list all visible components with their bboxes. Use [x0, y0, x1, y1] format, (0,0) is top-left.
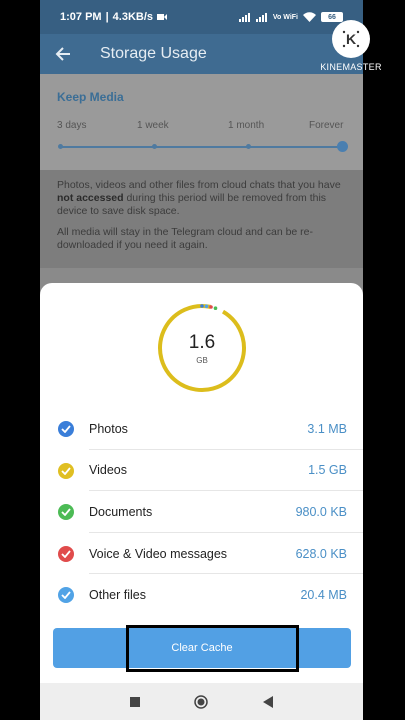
keep-media-title: Keep Media: [57, 90, 124, 104]
list-item-label: Videos: [89, 463, 127, 478]
list-item-value: 628.0 KB: [295, 546, 347, 561]
keep-media-slider[interactable]: [58, 141, 348, 152]
storage-list: Photos 3.1 MB Videos 1.5 GB Documents 98…: [40, 408, 363, 616]
option-1-month[interactable]: 1 month: [228, 120, 264, 131]
circle-icon: [194, 695, 208, 709]
phone-screen: 1:07 PM | 4.3KB/s Vo WiFi 66 Storage Usa…: [40, 0, 363, 720]
check-icon[interactable]: [58, 504, 74, 521]
slider-knob[interactable]: [337, 141, 348, 152]
system-nav-bar: [40, 683, 363, 720]
slider-dot: [246, 144, 251, 149]
kinemaster-watermark: K KINEMASTER: [318, 20, 384, 76]
highlight-annotation-box: [126, 625, 299, 672]
kinemaster-text: KINEMASTER: [320, 62, 382, 72]
square-icon: [130, 697, 140, 707]
signal-icon: [238, 12, 250, 22]
kinemaster-logo-icon: K: [332, 20, 370, 58]
check-icon[interactable]: [58, 587, 74, 604]
list-item-value: 980.0 KB: [295, 504, 347, 519]
list-item-value: 1.5 GB: [308, 463, 347, 478]
list-item-voice-video[interactable]: Voice & Video messages 628.0 KB: [40, 533, 363, 575]
option-3-days[interactable]: 3 days: [57, 120, 86, 131]
info-paragraph-2: All media will stay in the Telegram clou…: [57, 226, 314, 251]
wifi-icon: [303, 12, 316, 22]
list-item-photos[interactable]: Photos 3.1 MB: [40, 408, 363, 450]
back-arrow-icon: [55, 47, 70, 61]
list-item-other-files[interactable]: Other files 20.4 MB: [40, 574, 363, 616]
storage-ring: 1.6 GB: [156, 302, 248, 394]
option-forever[interactable]: Forever: [309, 120, 343, 131]
list-item-label: Voice & Video messages: [89, 546, 228, 561]
page-title: Storage Usage: [100, 45, 207, 62]
check-icon[interactable]: [58, 462, 74, 479]
check-icon[interactable]: [58, 421, 74, 437]
storage-total: 1.6 GB: [156, 302, 248, 394]
keep-media-section: Keep Media 3 days 1 week 1 month Forever: [40, 74, 363, 170]
storage-total-value: 1.6: [188, 331, 216, 353]
recents-button[interactable]: [125, 692, 145, 712]
triangle-back-icon: [263, 696, 273, 708]
svg-text:K: K: [346, 31, 356, 47]
list-item-documents[interactable]: Documents 980.0 KB: [40, 491, 363, 533]
info-section: Photos, videos and other files from clou…: [40, 170, 363, 268]
status-time: 1:07 PM: [60, 11, 102, 23]
signal-icon-2: [255, 12, 267, 22]
home-button[interactable]: [191, 692, 211, 712]
list-item-label: Documents: [89, 504, 153, 519]
keep-media-options: 3 days 1 week 1 month Forever: [40, 120, 363, 134]
back-button[interactable]: [40, 34, 86, 74]
status-speed: 4.3KB/s: [112, 11, 154, 23]
vowifi-label: Vo WiFi: [272, 13, 298, 21]
list-item-label: Photos: [89, 421, 128, 436]
list-item-label: Other files: [89, 588, 146, 603]
back-nav-button[interactable]: [258, 692, 278, 712]
info-paragraph-1: Photos, videos and other files from clou…: [57, 179, 341, 217]
status-bar: 1:07 PM | 4.3KB/s Vo WiFi 66: [40, 0, 363, 34]
storage-sheet: 1.6 GB Photos 3.1 MB Videos 1.5 GB Docum…: [40, 283, 363, 683]
check-icon[interactable]: [58, 545, 74, 562]
video-camera-icon: [157, 14, 168, 20]
list-item-videos[interactable]: Videos 1.5 GB: [40, 450, 363, 492]
storage-total-unit: GB: [196, 355, 208, 365]
list-item-value: 3.1 MB: [307, 421, 347, 436]
slider-dot: [152, 144, 157, 149]
app-bar: Storage Usage: [40, 34, 363, 74]
list-item-value: 20.4 MB: [300, 588, 347, 603]
option-1-week[interactable]: 1 week: [137, 120, 169, 131]
slider-dot: [58, 144, 63, 149]
